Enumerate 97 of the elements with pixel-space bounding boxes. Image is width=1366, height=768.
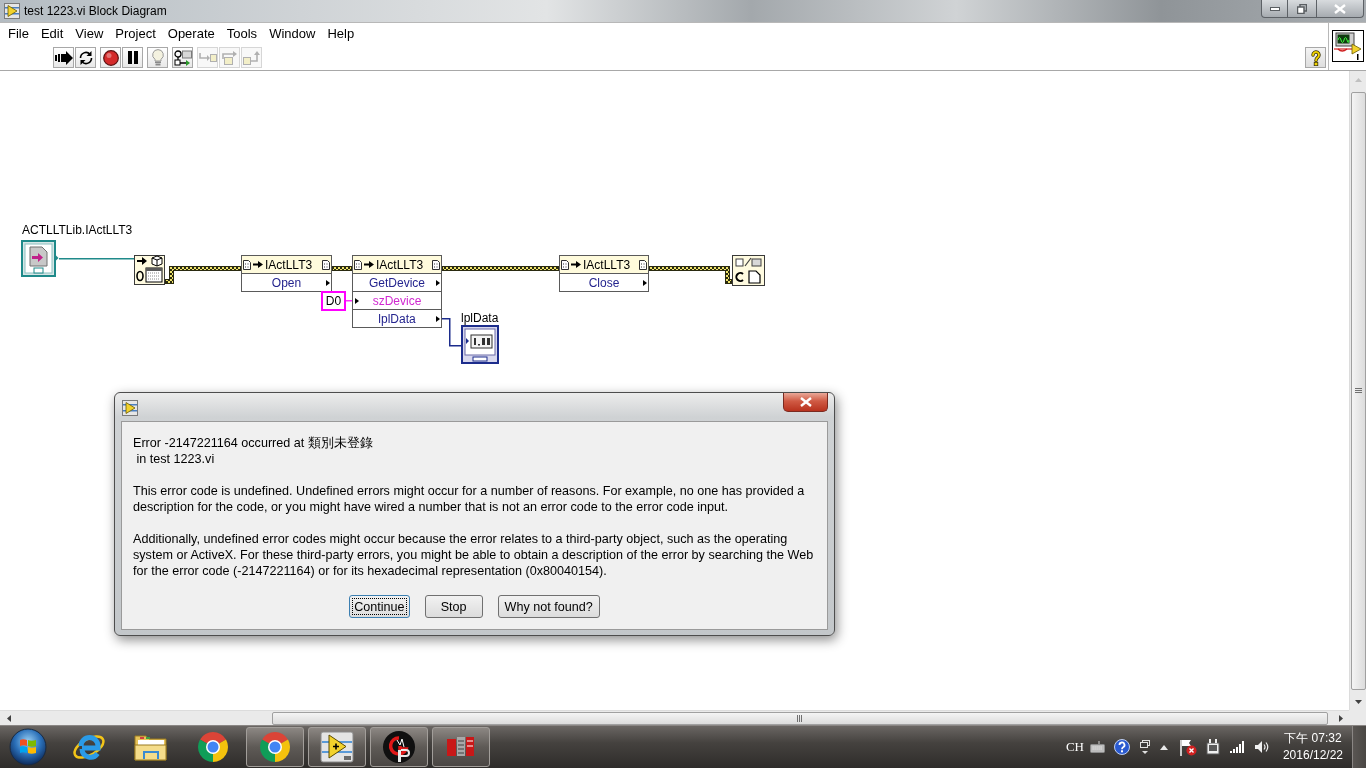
arrow-right-icon bbox=[364, 261, 374, 268]
scroll-right-arrow-icon bbox=[1338, 714, 1343, 722]
start-orb-icon[interactable] bbox=[9, 728, 47, 766]
minimize-icon bbox=[1269, 6, 1280, 11]
arrow-right-icon bbox=[54, 50, 73, 65]
menu-item[interactable]: Edit bbox=[34, 25, 70, 43]
folder-icon bbox=[134, 732, 168, 762]
help-circle-icon[interactable] bbox=[1113, 739, 1130, 755]
stop-sign-icon bbox=[102, 49, 119, 66]
menu-item[interactable]: Project bbox=[109, 25, 162, 43]
class-name-label: IActLLT3 bbox=[583, 257, 631, 272]
method-label: lplData bbox=[378, 311, 416, 326]
dialog-icon bbox=[122, 400, 138, 416]
arrow-right-icon bbox=[253, 261, 263, 268]
taskbar-button[interactable] bbox=[370, 727, 428, 767]
power-plug-icon[interactable] bbox=[1205, 739, 1220, 755]
close-icon bbox=[1334, 3, 1346, 14]
constant-label: ACTLLTLib.IActLLT3 bbox=[22, 223, 133, 237]
input-arrow-icon bbox=[355, 298, 359, 304]
error-description: Additionally, undefined error codes might occur because the error relates to a third-party object, such as the operating system or ActiveX. For these third-party errors, you might be able to obtain a description of the error by searching the Web for the error code (-2147221164) or for its hexadecimal representation (0x80040154). bbox=[133, 531, 815, 579]
error-message-line: in test 1223.vi bbox=[135, 451, 216, 467]
abort-button[interactable] bbox=[100, 47, 121, 68]
output-arrow-icon bbox=[436, 316, 440, 322]
method-label: Close bbox=[588, 275, 620, 290]
method-label: Open bbox=[271, 275, 302, 290]
module-rack-icon bbox=[446, 736, 476, 758]
scroll-up-arrow-icon bbox=[1354, 77, 1362, 82]
menu-item[interactable]: Help bbox=[321, 25, 361, 43]
close-icon bbox=[799, 397, 812, 407]
horizontal-scrollbar[interactable] bbox=[0, 710, 1349, 725]
close-reference-icon bbox=[732, 255, 765, 286]
output-arrow-icon bbox=[326, 280, 330, 286]
window-switch-icon[interactable] bbox=[1139, 739, 1150, 755]
signal-bars-icon[interactable] bbox=[1229, 741, 1245, 753]
dialog-button[interactable]: Continue bbox=[349, 595, 410, 618]
restore-button[interactable] bbox=[1288, 0, 1316, 18]
context-help-button[interactable] bbox=[1305, 47, 1326, 68]
menu-item[interactable]: Window bbox=[263, 25, 322, 43]
class-name-label: IActLLT3 bbox=[265, 257, 313, 272]
vi-file-icon bbox=[4, 3, 20, 19]
scroll-thumb[interactable] bbox=[272, 711, 1328, 725]
run-button[interactable] bbox=[53, 47, 74, 68]
class-name-label: IActLLT3 bbox=[376, 257, 424, 272]
string-wire bbox=[346, 300, 352, 302]
arrow-right-icon bbox=[571, 261, 581, 268]
error-message-line: Error -2147221164 occurred at 類別未登錄 bbox=[133, 435, 374, 451]
reference-wire bbox=[332, 266, 352, 271]
round-logo-icon bbox=[197, 731, 229, 763]
close-button[interactable] bbox=[1316, 0, 1364, 18]
keyboard-icon[interactable] bbox=[1089, 741, 1105, 753]
string-constant: D0 bbox=[321, 291, 346, 311]
step-over-icon bbox=[220, 50, 239, 65]
grip-icon bbox=[797, 714, 803, 722]
scroll-down-arrow-icon bbox=[1354, 699, 1362, 704]
scroll-left-arrow-icon bbox=[6, 714, 11, 722]
error-description: This error code is undefined. Undefined errors might occur for a number of reasons. For example, no one has provided a description for the code, or you might have wired a number that is not an error code to the error code input. bbox=[133, 483, 806, 515]
close-button[interactable] bbox=[783, 393, 828, 412]
menu-item[interactable]: File bbox=[2, 25, 35, 43]
circular-arrows-icon bbox=[77, 49, 94, 66]
numeric-wire bbox=[442, 318, 461, 347]
round-logo-icon bbox=[259, 731, 291, 763]
show-desktop-button[interactable] bbox=[1352, 726, 1366, 768]
retain-wire-values-button[interactable] bbox=[172, 47, 193, 68]
menu-item[interactable]: Operate bbox=[161, 25, 221, 43]
restore-icon bbox=[1297, 3, 1307, 14]
window-title: test 1223.vi Block Diagram bbox=[24, 3, 167, 19]
menu-item[interactable]: View bbox=[69, 25, 110, 43]
triangle-tile-icon bbox=[320, 731, 354, 763]
probe-icon bbox=[173, 49, 192, 66]
clock[interactable]: 下午 07:32 2016/12/22 bbox=[1282, 730, 1343, 764]
round-logo-icon bbox=[382, 730, 416, 764]
dialog-button[interactable]: Stop bbox=[424, 595, 483, 618]
flag-with-error-icon[interactable] bbox=[1179, 738, 1197, 756]
taskbar-button[interactable] bbox=[308, 727, 366, 767]
indicator-label: lplData bbox=[461, 311, 499, 325]
pause-icon bbox=[126, 51, 139, 64]
numeric-indicator-icon bbox=[461, 325, 499, 364]
help-icon bbox=[1309, 49, 1322, 66]
menu-item[interactable]: Tools bbox=[220, 25, 264, 43]
language-indicator[interactable]: CH bbox=[1065, 739, 1084, 755]
light-bulb-icon bbox=[151, 49, 164, 66]
step-out-icon bbox=[242, 50, 261, 65]
dialog-button[interactable]: Why not found? bbox=[497, 595, 600, 618]
method-label: GetDevice bbox=[369, 275, 425, 290]
minimize-button[interactable] bbox=[1261, 0, 1288, 18]
speaker-icon[interactable] bbox=[1254, 740, 1269, 754]
grip-icon bbox=[1354, 388, 1362, 394]
automation-open-icon bbox=[134, 255, 165, 285]
taskbar-button[interactable] bbox=[246, 727, 304, 767]
pause-button[interactable] bbox=[122, 47, 143, 68]
output-arrow-icon bbox=[643, 280, 647, 286]
up-arrow-icon[interactable] bbox=[1159, 744, 1168, 750]
step-into-icon bbox=[198, 51, 217, 64]
refnum-constant-icon bbox=[21, 240, 59, 277]
run-continuously-button[interactable] bbox=[75, 47, 96, 68]
parameter-label: szDevice bbox=[372, 293, 422, 308]
output-arrow-icon bbox=[436, 280, 440, 286]
